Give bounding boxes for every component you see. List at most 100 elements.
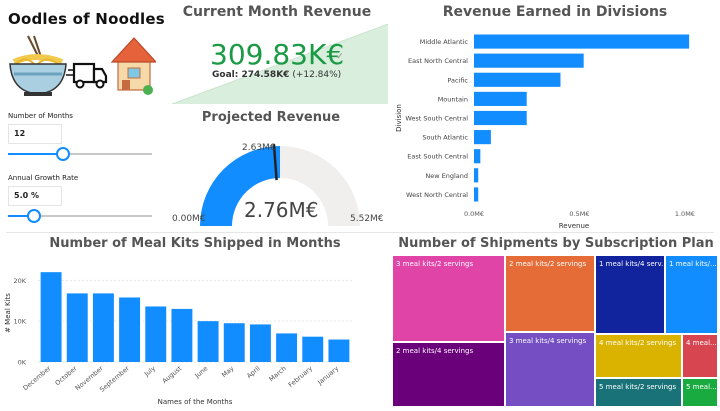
revenue-goal: Goal: 274.58K€ (+12.84%) [212, 70, 341, 80]
mealkits-x-tick: May [220, 364, 236, 379]
mealkits-bar[interactable] [249, 324, 271, 362]
mealkits-bar[interactable] [276, 333, 298, 362]
mealkits-bar[interactable] [302, 336, 324, 362]
dashboard-title: Oodles of Noodles [8, 10, 165, 28]
mealkits-x-tick: January [315, 364, 340, 387]
noodle-bowl-icon [9, 35, 67, 96]
treemap-tile[interactable]: 2 meal kits/4 servings [392, 342, 505, 407]
mealkits-bar[interactable] [328, 339, 350, 362]
mealkits-bar[interactable] [66, 293, 88, 362]
mealkits-x-tick: April [245, 364, 262, 380]
division-bar[interactable] [474, 149, 481, 164]
mealkits-x-tick: June [193, 364, 210, 380]
division-label: New England [425, 172, 468, 180]
mealkits-x-tick: September [98, 364, 131, 393]
mealkits-bar[interactable] [197, 321, 219, 362]
months-slider-handle[interactable] [55, 147, 70, 161]
division-bar[interactable] [474, 53, 584, 68]
months-slider-fill [8, 153, 63, 155]
division-bar[interactable] [474, 110, 527, 126]
division-label: East South Central [407, 153, 468, 161]
mealkits-bar[interactable] [92, 293, 114, 362]
subscription-chart-title: Number of Shipments by Subscription Plan [398, 236, 714, 251]
months-input[interactable]: 12 [8, 124, 62, 144]
growth-slider[interactable] [8, 208, 152, 224]
subscription-treemap: 3 meal kits/2 servings 2 meal kits/4 serv… [392, 255, 718, 407]
gauge-target-label: 2.63M€ [242, 143, 276, 153]
mealkits-bar[interactable] [171, 308, 193, 362]
division-label: West South Central [405, 115, 468, 123]
treemap-tile[interactable]: 3 meal kits/2 servings [392, 255, 505, 342]
treemap-tile[interactable]: 5 meal... [682, 378, 718, 407]
mealkits-chart-title: Number of Meal Kits Shipped in Months [49, 236, 341, 251]
mealkits-x-tick: December [21, 364, 52, 392]
goal-label: Goal: 274.58K€ [212, 70, 290, 80]
treemap-tile[interactable]: 4 meal kits/2 servings [595, 334, 682, 378]
division-x-tick: 1.0M€ [675, 210, 695, 218]
treemap-tile-label: 4 meal kits/2 servings [599, 339, 677, 347]
growth-input[interactable]: 5.0 % [8, 186, 62, 206]
projected-title: Projected Revenue [201, 110, 341, 125]
division-y-axis-title: Division [395, 104, 403, 132]
mealkits-bar[interactable] [119, 297, 141, 362]
mealkits-x-tick: March [268, 364, 288, 383]
revenue-card-title: Current Month Revenue [182, 4, 372, 20]
growth-slider-handle[interactable] [26, 209, 41, 223]
division-bar[interactable] [474, 72, 561, 87]
section-divider [6, 232, 714, 233]
mealkits-bar[interactable] [145, 306, 167, 362]
delivery-truck-icon [66, 62, 108, 89]
treemap-tile-label: 3 meal kits/4 servings [509, 337, 587, 345]
treemap-tile-label: 3 meal kits/2 servings [396, 260, 474, 268]
treemap-tile-label: 5 meal kits/2 servings [599, 383, 677, 391]
division-x-tick: 0.5M€ [569, 210, 589, 218]
treemap-tile[interactable]: 2 meal kits/2 servings [505, 255, 595, 332]
division-label: Pacific [447, 76, 468, 84]
brand-illustration [9, 35, 156, 96]
division-label: East North Central [408, 57, 468, 65]
goal-delta: (+12.84%) [292, 70, 342, 80]
division-bar[interactable] [474, 130, 491, 145]
house-icon [110, 37, 156, 95]
treemap-tile[interactable]: 4 meal... [682, 334, 718, 378]
divisions-chart-title: Revenue Earned in Divisions [442, 4, 668, 20]
treemap-tile[interactable]: 1 meal kits/... [665, 255, 718, 334]
divisions-bar-chart: Middle Atlantic East North Central Pacific… [395, 34, 695, 230]
months-slicer-label: Number of Months [8, 112, 73, 120]
division-x-tick: 0.0M€ [464, 210, 484, 218]
treemap-tile[interactable]: 1 meal kits/4 serv... [595, 255, 665, 334]
treemap-tile-label: 1 meal kits/4 serv... [599, 260, 665, 268]
months-slider[interactable] [8, 146, 152, 162]
mealkits-y-axis-title: # Meal Kits [4, 293, 12, 333]
division-bar[interactable] [474, 187, 479, 202]
division-x-axis-title: Revenue [559, 222, 590, 230]
division-bar[interactable] [474, 168, 479, 183]
division-bar[interactable] [474, 34, 690, 49]
mealkits-x-tick: August [161, 364, 184, 385]
treemap-tile[interactable]: 5 meal kits/2 servings [595, 378, 682, 407]
division-label: Middle Atlantic [420, 38, 469, 46]
mealkits-bar[interactable] [223, 323, 245, 362]
treemap-tile-label: 2 meal kits/2 servings [509, 260, 587, 268]
mealkits-x-axis-title: Names of the Months [158, 398, 233, 406]
growth-slicer-label: Annual Growth Rate [8, 174, 79, 182]
gauge-min-label: 0.00M€ [172, 214, 206, 224]
treemap-tile-label: 4 meal... [686, 339, 717, 347]
revenue-value: 309.83K€ [210, 38, 345, 71]
treemap-tile[interactable]: 3 meal kits/4 servings [505, 332, 595, 407]
mealkits-y-tick: 20K [13, 277, 26, 285]
mealkits-x-tick: February [287, 364, 314, 389]
mealkits-y-tick: 10K [13, 318, 26, 326]
gauge-value: 2.76M€ [244, 198, 319, 222]
treemap-tile-label: 1 meal kits/... [669, 260, 717, 268]
division-label: South Atlantic [422, 134, 468, 142]
division-bar[interactable] [474, 91, 527, 106]
mealkits-x-tick: July [142, 364, 157, 378]
gauge-max-label: 5.52M€ [350, 214, 384, 224]
treemap-tile-label: 5 meal... [686, 383, 717, 391]
mealkits-bar-chart: 0K10K20KDecember OctoberNovemberSeptember… [4, 272, 352, 406]
mealkits-bar[interactable] [40, 272, 62, 362]
division-label: Mountain [438, 95, 468, 103]
treemap-tile-label: 2 meal kits/4 servings [396, 347, 474, 355]
mealkits-y-tick: 0K [18, 359, 27, 367]
